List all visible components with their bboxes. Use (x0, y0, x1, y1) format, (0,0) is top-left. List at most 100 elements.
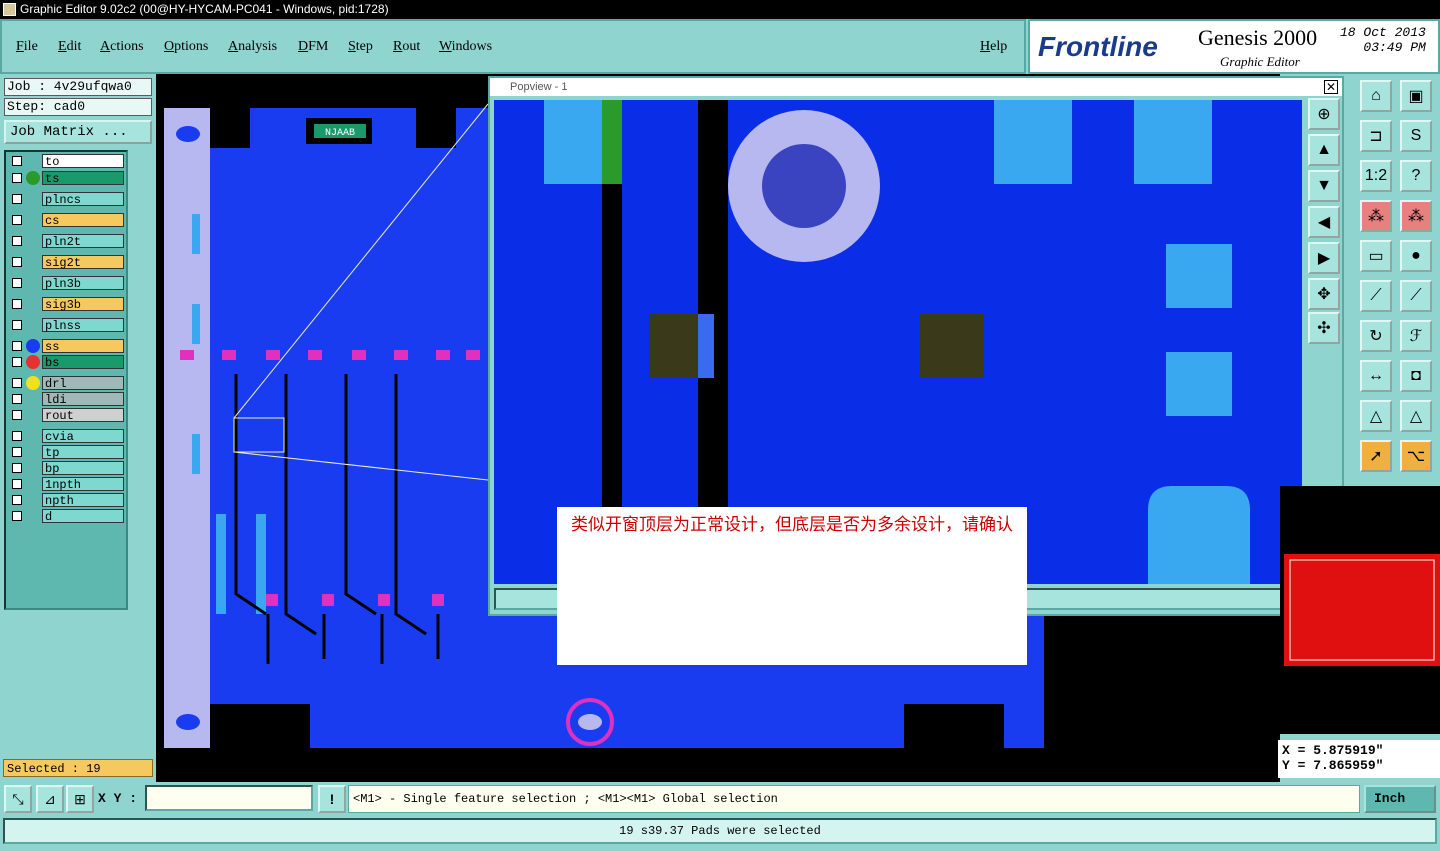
layer-checkbox[interactable] (12, 378, 22, 388)
layer-checkbox[interactable] (12, 511, 22, 521)
layer-row-npth[interactable]: npth (8, 493, 124, 508)
layer-checkbox[interactable] (12, 447, 22, 457)
select-area-icon[interactable]: ⤡ (4, 785, 32, 813)
layer-row-sig3b[interactable]: sig3b (8, 297, 124, 312)
layer-checkbox[interactable] (12, 341, 22, 351)
layer-checkbox[interactable] (12, 299, 22, 309)
popview-up-icon[interactable]: ▲ (1308, 134, 1340, 166)
layer-name[interactable]: ss (42, 339, 124, 354)
line2-icon[interactable]: ⟋ (1400, 280, 1432, 312)
layer-name[interactable]: pln2t (42, 234, 124, 249)
layer-name[interactable]: ldi (42, 392, 124, 407)
scale-icon[interactable]: 1:2 (1360, 160, 1392, 192)
job-matrix-button[interactable]: Job Matrix ... (4, 120, 152, 144)
layer-row-ss[interactable]: ss (8, 339, 124, 354)
menu-edit[interactable]: Edit (58, 39, 81, 55)
layer-name[interactable]: sig3b (42, 297, 124, 312)
layer-row-bs[interactable]: bs (8, 355, 124, 370)
layer-row-d[interactable]: d (8, 509, 124, 524)
menu-dfm[interactable]: DFM (298, 39, 328, 55)
ff-icon[interactable]: ℱ (1400, 320, 1432, 352)
layer-name[interactable]: npth (42, 493, 124, 508)
layer-checkbox[interactable] (12, 495, 22, 505)
layer-name[interactable]: drl (42, 376, 124, 391)
grid-icon[interactable]: ⊞ (66, 785, 94, 813)
net-icon[interactable]: ⁂ (1360, 200, 1392, 232)
layer-checkbox[interactable] (12, 194, 22, 204)
layer-checkbox[interactable] (12, 320, 22, 330)
arc-icon[interactable]: ↻ (1360, 320, 1392, 352)
layer-name[interactable]: d (42, 509, 124, 524)
layer-name[interactable]: bp (42, 461, 124, 476)
shape-icon[interactable]: ◘ (1400, 360, 1432, 392)
home-icon[interactable]: ⌂ (1360, 80, 1392, 112)
layer-checkbox[interactable] (12, 278, 22, 288)
layer-row-plnss[interactable]: plnss (8, 318, 124, 333)
menu-file[interactable]: File (16, 39, 38, 55)
layer-checkbox[interactable] (12, 156, 22, 166)
layer-checkbox[interactable] (12, 257, 22, 267)
layer-name[interactable]: cvia (42, 429, 124, 444)
layer-name[interactable]: bs (42, 355, 124, 370)
menu-rout[interactable]: Rout (393, 39, 420, 55)
snap-icon[interactable]: ⊐ (1360, 120, 1392, 152)
popview-down-icon[interactable]: ▼ (1308, 170, 1340, 202)
triangle2-icon[interactable]: △ (1400, 400, 1432, 432)
measure-area-icon[interactable]: ⊿ (36, 785, 64, 813)
layer-row-sig2t[interactable]: sig2t (8, 255, 124, 270)
layer-row-pln3b[interactable]: pln3b (8, 276, 124, 291)
layer-checkbox[interactable] (12, 173, 22, 183)
dimension-icon[interactable]: ↔ (1360, 360, 1392, 392)
layer-name[interactable]: tp (42, 445, 124, 460)
window-split-icon[interactable]: ▣ (1400, 80, 1432, 112)
line-icon[interactable]: ⟋ (1360, 280, 1392, 312)
menu-actions[interactable]: Actions (100, 39, 144, 55)
popview-fit-icon[interactable]: ✥ (1308, 278, 1340, 310)
popview-zoom-in-icon[interactable]: ⊕ (1308, 98, 1340, 130)
layer-row-cvia[interactable]: cvia (8, 429, 124, 444)
layer-checkbox[interactable] (12, 431, 22, 441)
layer-checkbox[interactable] (12, 215, 22, 225)
measure-icon[interactable]: ▭ (1360, 240, 1392, 272)
layer-row-ldi[interactable]: ldi (8, 392, 124, 407)
menu-options[interactable]: Options (164, 39, 208, 55)
layer-row-pln2t[interactable]: pln2t (8, 234, 124, 249)
layer-name[interactable]: 1npth (42, 477, 124, 492)
popview-left-icon[interactable]: ◀ (1308, 206, 1340, 238)
layer-checkbox[interactable] (12, 394, 22, 404)
menu-analysis[interactable]: Analysis (228, 39, 277, 55)
layer-name[interactable]: to (42, 154, 124, 169)
layer-name[interactable]: sig2t (42, 255, 124, 270)
question-icon[interactable]: ? (1400, 160, 1432, 192)
layer-checkbox[interactable] (12, 463, 22, 473)
layer-checkbox[interactable] (12, 236, 22, 246)
route-icon[interactable]: ⌥ (1400, 440, 1432, 472)
layer-row-tp[interactable]: tp (8, 445, 124, 460)
layer-row-plncs[interactable]: plncs (8, 192, 124, 207)
layer-name[interactable]: pln3b (42, 276, 124, 291)
layer-checkbox[interactable] (12, 479, 22, 489)
layer-checkbox[interactable] (12, 357, 22, 367)
layer-row-1npth[interactable]: 1npth (8, 477, 124, 492)
layer-row-to[interactable]: to (8, 154, 124, 169)
pointer-icon[interactable]: ➚ (1360, 440, 1392, 472)
rotate-icon[interactable]: S (1400, 120, 1432, 152)
layer-name[interactable]: plncs (42, 192, 124, 207)
units-select[interactable]: Inch (1364, 785, 1436, 813)
layer-row-ts[interactable]: ts (8, 171, 124, 186)
alert-button[interactable]: ! (318, 785, 346, 813)
net2-icon[interactable]: ⁂ (1400, 200, 1432, 232)
popview-right-icon[interactable]: ▶ (1308, 242, 1340, 274)
layer-row-drl[interactable]: drl (8, 376, 124, 391)
triangle-icon[interactable]: △ (1360, 400, 1392, 432)
layer-row-cs[interactable]: cs (8, 213, 124, 228)
layer-checkbox[interactable] (12, 410, 22, 420)
layer-name[interactable]: rout (42, 408, 124, 423)
menu-windows[interactable]: Windows (439, 39, 492, 55)
popview-close-button[interactable]: ✕ (1324, 80, 1338, 94)
menu-step[interactable]: Step (348, 39, 373, 55)
board-overview[interactable] (1280, 486, 1440, 734)
layer-name[interactable]: cs (42, 213, 124, 228)
layer-name[interactable]: ts (42, 171, 124, 186)
layer-row-rout[interactable]: rout (8, 408, 124, 423)
